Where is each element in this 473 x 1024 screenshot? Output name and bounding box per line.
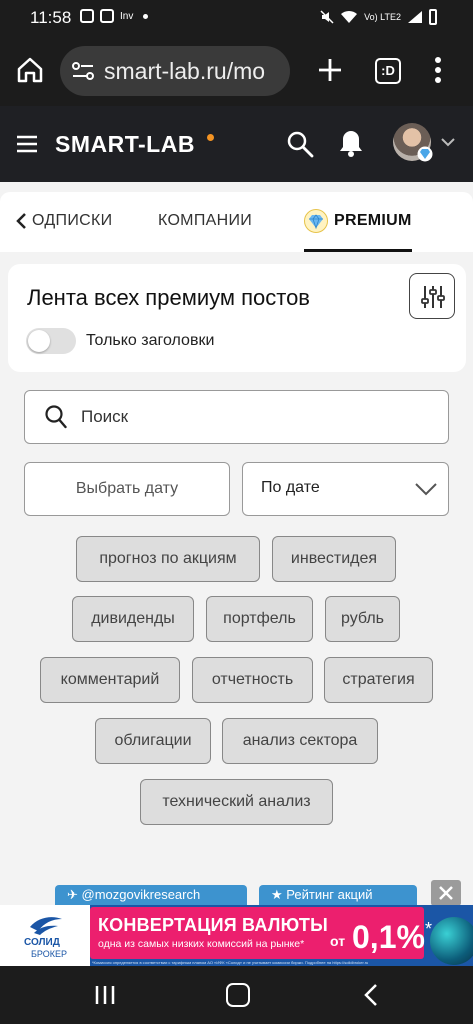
- battery-icon: [429, 9, 437, 25]
- url-text: smart-lab.ru/mo: [104, 57, 266, 84]
- site-settings-icon[interactable]: [70, 58, 96, 84]
- tag-technical-analysis[interactable]: технический анализ: [140, 779, 333, 825]
- tag-portfolio[interactable]: портфель: [206, 596, 313, 642]
- sort-select[interactable]: По дате: [242, 462, 449, 516]
- system-nav-bar: [0, 966, 473, 1024]
- more-vert-icon[interactable]: [430, 54, 446, 86]
- premium-diamond-icon: [304, 209, 328, 233]
- search-field[interactable]: [24, 390, 449, 444]
- ad-promo: КОНВЕРТАЦИЯ ВАЛЮТЫ одна из самых низких …: [90, 907, 432, 959]
- recents-icon[interactable]: [94, 984, 116, 1006]
- feed-header-card: Лента всех премиум постов Только заголов…: [8, 264, 466, 372]
- content-area: ОДПИСКИ КОМПАНИИ PREMIUM Лента всех прем…: [0, 182, 473, 904]
- home-icon[interactable]: [14, 54, 46, 86]
- chevron-down-icon[interactable]: [440, 136, 456, 148]
- site-logo[interactable]: SMART-LAB: [55, 131, 195, 158]
- ad-close-button[interactable]: [431, 880, 461, 906]
- search-icon[interactable]: [286, 130, 314, 158]
- wifi-icon: [341, 10, 358, 23]
- tab-premium-label: PREMIUM: [334, 212, 412, 229]
- ad-rate: 0,1%*: [352, 919, 432, 956]
- logo-dot: [207, 134, 214, 141]
- headlines-only-label: Только заголовки: [86, 332, 215, 349]
- network-type: Vo) LTE2: [364, 12, 401, 22]
- status-bar: 11:58 Inv Vo) LTE2: [0, 0, 473, 36]
- select-date-button[interactable]: Выбрать дату: [24, 462, 230, 516]
- tag-strategy[interactable]: стратегия: [324, 657, 433, 703]
- search-input[interactable]: [81, 393, 431, 441]
- new-tab-icon[interactable]: [314, 54, 346, 86]
- telegram-channel-label: @mozgovikresearch: [81, 887, 201, 902]
- mute-icon: [320, 10, 334, 24]
- tab-subscriptions[interactable]: ОДПИСКИ: [32, 212, 112, 230]
- headlines-only-toggle[interactable]: [26, 328, 76, 354]
- sort-value: По дате: [261, 479, 320, 496]
- ad-prefix: от: [330, 933, 346, 949]
- ad-banner[interactable]: СОЛИД БРОКЕР КОНВЕРТАЦИЯ ВАЛЮТЫ одна из …: [0, 905, 473, 966]
- notifications-bell-icon[interactable]: [338, 128, 364, 158]
- chevron-down-icon: [415, 483, 437, 496]
- filter-settings-button[interactable]: [409, 273, 455, 319]
- site-header: SMART-LAB: [0, 106, 473, 182]
- telegram-channel-button[interactable]: ✈ @mozgovikresearch: [55, 885, 247, 905]
- ad-subline: одна из самых низких комиссий на рынке*: [98, 938, 305, 950]
- close-icon: [439, 886, 453, 900]
- gmail-icon: [80, 9, 94, 23]
- status-right: Vo) LTE2: [320, 9, 437, 25]
- tag-sector-analysis[interactable]: анализ сектора: [222, 718, 378, 764]
- tag-invest-idea[interactable]: инвестидея: [272, 536, 396, 582]
- tab-premium[interactable]: PREMIUM: [304, 206, 412, 252]
- section-tabs: ОДПИСКИ КОМПАНИИ PREMIUM: [0, 192, 473, 252]
- ad-fine-print: *Комиссия определяется в соответствии с …: [92, 960, 369, 965]
- toggle-knob: [28, 330, 50, 352]
- ad-decor-sphere: [430, 917, 473, 965]
- tag-bonds[interactable]: облигации: [95, 718, 211, 764]
- ad-headline: КОНВЕРТАЦИЯ ВАЛЮТЫ: [98, 915, 328, 935]
- hamburger-menu-icon[interactable]: [16, 134, 38, 154]
- tab-companies[interactable]: КОМПАНИИ: [158, 212, 252, 230]
- ad-brand-sub: БРОКЕР: [31, 949, 67, 959]
- tag-forecast[interactable]: прогноз по акциям: [76, 536, 260, 582]
- ad-brand: СОЛИД: [24, 937, 60, 948]
- tag-dividends[interactable]: дивиденды: [72, 596, 194, 642]
- sliders-icon: [421, 286, 445, 308]
- signal-icon: [408, 11, 422, 23]
- stock-rating-button[interactable]: ★ Рейтинг акций: [259, 885, 417, 905]
- ad-logo: СОЛИД БРОКЕР: [0, 905, 90, 966]
- telegram-icon: ✈: [67, 887, 78, 902]
- status-time: 11:58: [30, 8, 72, 27]
- stock-rating-label: Рейтинг акций: [286, 887, 373, 902]
- status-notifications: Inv: [80, 9, 149, 23]
- chevron-left-icon[interactable]: [14, 212, 28, 230]
- tag-comment[interactable]: комментарий: [40, 657, 180, 703]
- address-bar[interactable]: smart-lab.ru/mo: [60, 46, 290, 96]
- tag-ruble[interactable]: рубль: [325, 596, 400, 642]
- solid-logo-icon: [30, 917, 62, 935]
- browser-toolbar: smart-lab.ru/mo :D: [0, 36, 473, 106]
- ad-rate-value: 0,1%: [352, 919, 425, 955]
- more-notifications-icon: [143, 13, 149, 19]
- home-nav-icon[interactable]: [226, 983, 250, 1007]
- premium-diamond-badge-icon: [417, 146, 433, 162]
- investing-notification-text: Inv: [120, 10, 134, 22]
- tag-reports[interactable]: отчетность: [192, 657, 313, 703]
- search-icon: [45, 405, 67, 429]
- image-icon: [100, 9, 114, 23]
- star-icon: ★: [271, 887, 283, 902]
- feed-title: Лента всех премиум постов: [27, 285, 310, 310]
- tab-switcher-button[interactable]: :D: [375, 58, 401, 84]
- back-icon[interactable]: [364, 983, 378, 1007]
